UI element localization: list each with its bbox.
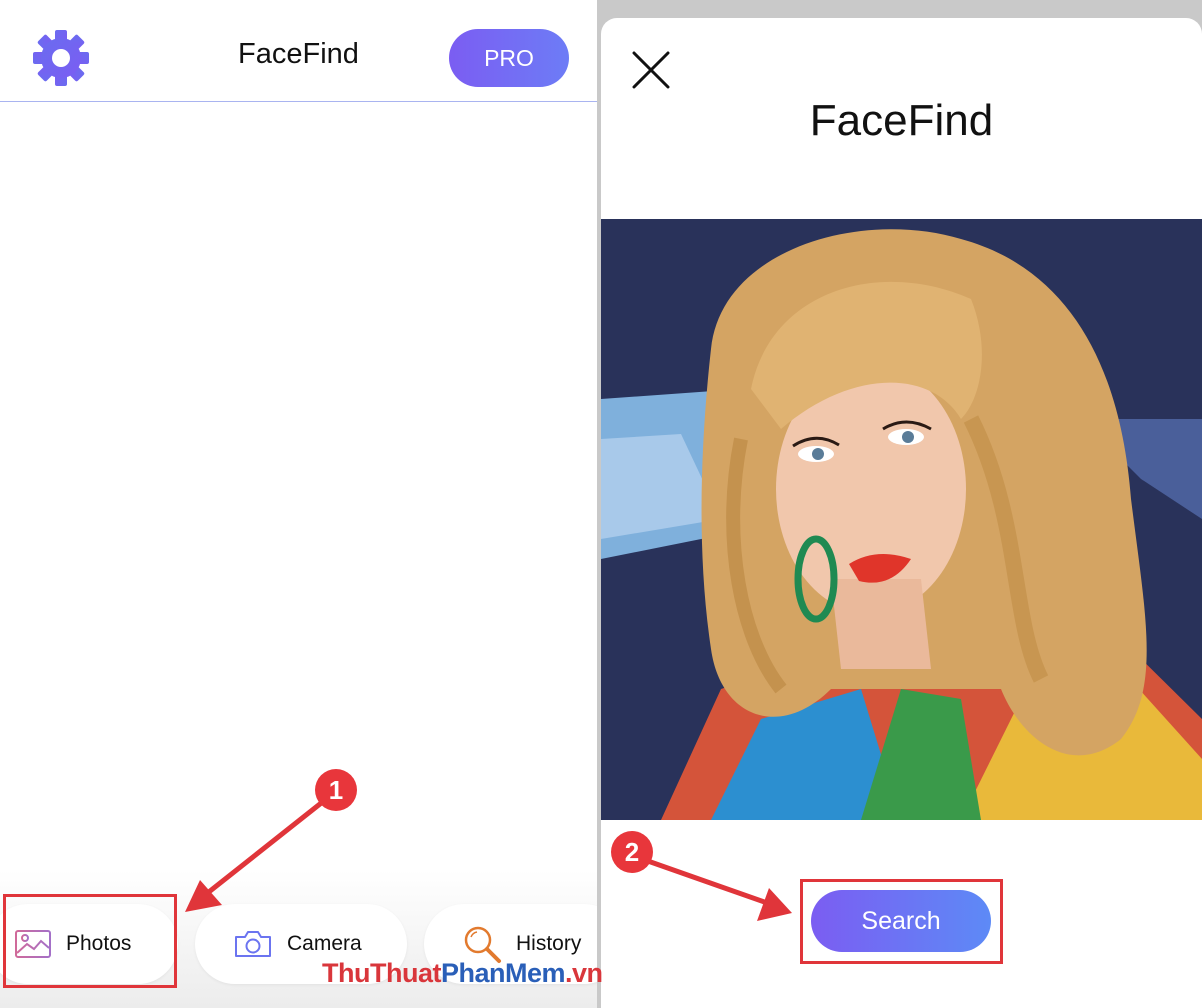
step-2-badge: 2 <box>611 831 653 873</box>
camera-label: Camera <box>287 932 362 955</box>
search-highlight-box <box>800 879 1003 964</box>
camera-icon <box>235 931 271 957</box>
search-sheet: FaceFind Search <box>601 18 1202 1008</box>
close-icon[interactable] <box>631 50 671 90</box>
watermark-part-3: .vn <box>565 958 603 988</box>
photos-highlight-box <box>3 894 177 988</box>
sheet-title: FaceFind <box>809 96 994 145</box>
watermark-part-1: ThuThuat <box>322 958 441 988</box>
home-screen: FaceFind PRO Photos Camera History <box>0 0 597 1008</box>
pro-button[interactable]: PRO <box>449 29 569 87</box>
selected-photo <box>601 219 1202 820</box>
watermark: ThuThuatPhanMem.vn <box>322 958 603 989</box>
history-label: History <box>516 932 582 955</box>
portrait-image <box>601 219 1202 820</box>
step-1-badge: 1 <box>315 769 357 811</box>
top-bar: FaceFind PRO <box>0 0 597 102</box>
watermark-part-2: PhanMem <box>440 958 566 988</box>
